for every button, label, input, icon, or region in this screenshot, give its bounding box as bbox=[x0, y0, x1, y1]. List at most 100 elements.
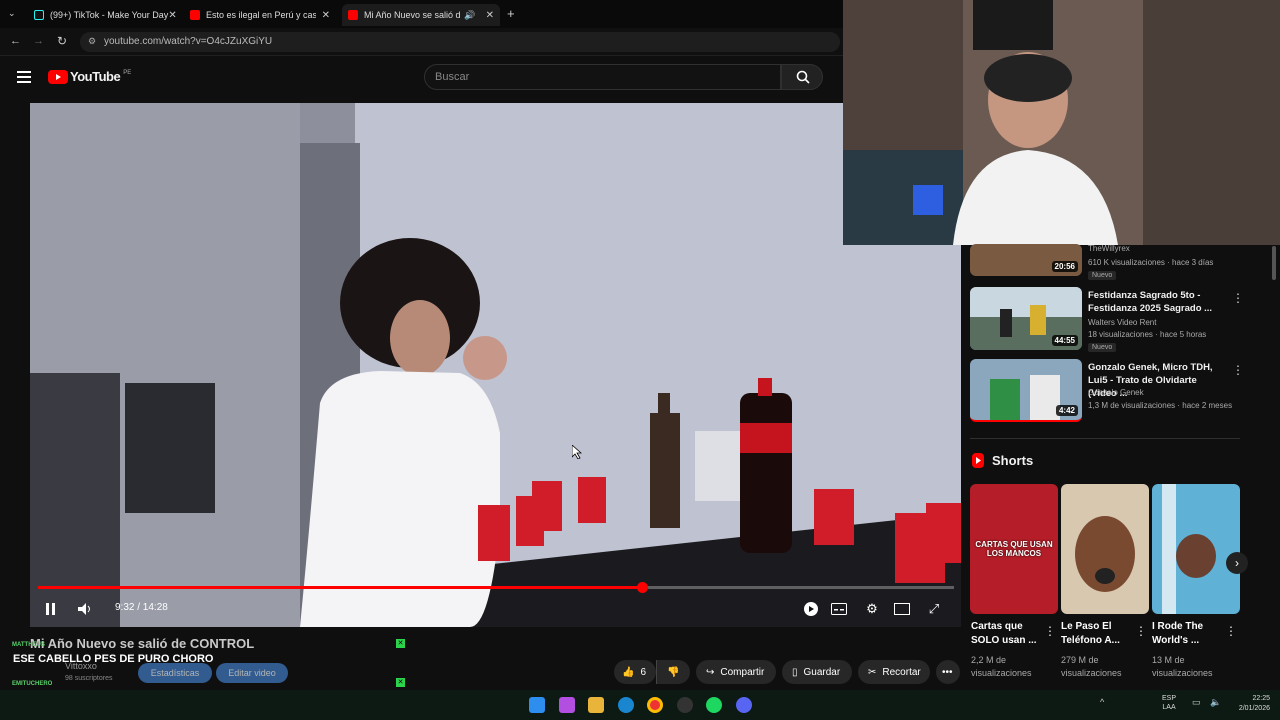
recommended-video[interactable]: 44:55 Festidanza Sagrado 5to - Festidanz… bbox=[970, 287, 1270, 353]
more-options-icon[interactable]: ⋮ bbox=[1044, 624, 1056, 638]
channel-name[interactable]: TheWillyrex bbox=[1088, 244, 1130, 253]
view-count: 13 M de bbox=[1152, 655, 1185, 665]
share-button[interactable]: ↪ Compartir bbox=[696, 660, 776, 684]
thumbs-down-icon: 👎 bbox=[667, 666, 680, 678]
video-thumbnail[interactable]: 4:42 bbox=[970, 359, 1082, 422]
fullscreen-icon[interactable]: ⤢ bbox=[925, 600, 943, 618]
chat-username: MATTHEUS bbox=[12, 642, 45, 648]
reload-icon[interactable]: ↻ bbox=[57, 34, 67, 48]
discord-icon[interactable] bbox=[736, 697, 752, 713]
more-options-icon[interactable]: ⋮ bbox=[1135, 624, 1147, 638]
browser-tab-bar: ⌄ (99+) TikTok - Make Your Day ✕ Esto es… bbox=[0, 0, 843, 28]
short-thumbnail[interactable] bbox=[1061, 484, 1149, 614]
video-thumbnail[interactable]: 20:56 bbox=[970, 244, 1082, 276]
short-overlay-text: CARTAS QUE USAN LOS MANCOS bbox=[975, 540, 1053, 558]
spotify-icon[interactable] bbox=[706, 697, 722, 713]
pause-icon[interactable] bbox=[42, 600, 60, 618]
tab-menu-chevron-icon[interactable]: ⌄ bbox=[8, 8, 16, 19]
stream-chat-overlay: Mi Año Nuevo se salió de CONTROL MATTHEU… bbox=[0, 634, 412, 704]
view-count: 279 M de bbox=[1061, 655, 1099, 665]
more-options-icon[interactable]: ⋮ bbox=[1225, 624, 1237, 638]
search-button[interactable] bbox=[781, 64, 823, 90]
network-icon[interactable]: ▭ bbox=[1192, 697, 1201, 708]
subtitles-icon[interactable] bbox=[830, 600, 848, 618]
new-badge: Nuevo bbox=[1088, 271, 1117, 280]
close-icon[interactable]: ✕ bbox=[322, 10, 330, 21]
short-thumbnail[interactable]: CARTAS QUE USAN LOS MANCOS bbox=[970, 484, 1058, 614]
system-clock[interactable]: 22:25 2/01/2026 bbox=[1228, 694, 1270, 714]
forward-arrow-icon[interactable]: → bbox=[33, 35, 44, 47]
new-tab-plus-icon[interactable]: + bbox=[507, 6, 515, 21]
hamburger-menu-icon[interactable] bbox=[17, 71, 31, 83]
theater-mode-icon[interactable] bbox=[893, 600, 911, 618]
video-frame bbox=[30, 103, 961, 627]
sidebar-scrollbar[interactable] bbox=[1272, 246, 1276, 280]
close-icon[interactable]: ✕ bbox=[486, 10, 494, 21]
edge-browser-icon[interactable] bbox=[618, 697, 634, 713]
address-bar: ← → ↻ ⚙ youtube.com/watch?v=O4cJZuXGiYU bbox=[0, 28, 843, 56]
video-meta: 1,3 M de visualizaciones · hace 2 meses bbox=[1088, 401, 1233, 410]
search-input[interactable]: Buscar bbox=[424, 64, 781, 90]
chat-username: EMITUCHERO bbox=[12, 681, 53, 687]
clip-button[interactable]: ✂ Recortar bbox=[858, 660, 930, 684]
short-thumbnail[interactable] bbox=[1152, 484, 1240, 614]
logo-text: YouTube bbox=[70, 69, 121, 84]
windows-taskbar bbox=[0, 690, 1280, 720]
speaker-tray-icon[interactable]: 🔈 bbox=[1210, 697, 1221, 708]
short-title[interactable]: Cartas que SOLO usan ... bbox=[971, 620, 1043, 648]
youtube-logo[interactable]: YouTube PE bbox=[48, 69, 131, 84]
save-button[interactable]: ▯ Guardar bbox=[782, 660, 852, 684]
more-options-icon[interactable]: ⋮ bbox=[1232, 291, 1244, 305]
channel-name[interactable]: Walters Video Rent bbox=[1088, 318, 1156, 327]
like-button[interactable]: 👍 6 bbox=[614, 660, 656, 684]
volume-icon[interactable] bbox=[76, 600, 94, 618]
obs-icon[interactable] bbox=[677, 697, 693, 713]
chat-badge-icon: ✕ bbox=[396, 678, 405, 687]
channel-name[interactable]: Gonzalo Genek bbox=[1088, 388, 1144, 397]
chrome-icon[interactable] bbox=[647, 697, 663, 713]
analytics-button[interactable]: Estadísticas bbox=[138, 663, 212, 683]
short-title[interactable]: I Rode The World's ... bbox=[1152, 620, 1224, 648]
progress-scrubber-handle[interactable] bbox=[636, 582, 648, 593]
webcam-overlay bbox=[843, 0, 1280, 245]
video-player[interactable] bbox=[30, 103, 961, 627]
tiktok-icon bbox=[34, 10, 44, 20]
video-progress-bar[interactable] bbox=[38, 582, 954, 593]
close-icon[interactable]: ✕ bbox=[168, 10, 176, 21]
bookmark-icon: ▯ bbox=[792, 666, 798, 678]
more-options-icon[interactable]: ⋮ bbox=[1232, 363, 1244, 377]
new-badge: Nuevo bbox=[1088, 343, 1117, 352]
url-text: youtube.com/watch?v=O4cJZuXGiYU bbox=[104, 36, 273, 47]
video-title[interactable]: Festidanza Sagrado 5to - Festidanza 2025… bbox=[1088, 289, 1228, 315]
tab-youtube-1[interactable]: Esto es ilegal en Perú y casi nadie lo s… bbox=[184, 4, 336, 26]
copilot-icon[interactable] bbox=[559, 697, 575, 713]
settings-gear-icon[interactable]: ⚙ bbox=[863, 600, 881, 618]
recommended-video[interactable]: 4:42 Gonzalo Genek, Micro TDH, Lui5 - Tr… bbox=[970, 359, 1270, 425]
speaker-icon[interactable]: 🔊 bbox=[464, 10, 475, 21]
windows-start-icon[interactable] bbox=[529, 697, 545, 713]
tab-youtube-active[interactable]: Mi Año Nuevo se salió de C 🔊 ✕ bbox=[342, 4, 500, 26]
video-thumbnail[interactable]: 44:55 bbox=[970, 287, 1082, 350]
input-language[interactable]: ESP LAA bbox=[1162, 694, 1176, 712]
more-horizontal-icon: ••• bbox=[942, 666, 953, 678]
file-explorer-icon[interactable] bbox=[588, 697, 604, 713]
dislike-button[interactable]: 👎 bbox=[656, 660, 690, 684]
tray-chevron-icon[interactable]: ^ bbox=[1100, 697, 1104, 707]
channel-name[interactable]: Vittoxxo bbox=[65, 661, 97, 671]
tab-tiktok[interactable]: (99+) TikTok - Make Your Day ✕ bbox=[28, 4, 180, 26]
video-duration: 44:55 bbox=[1051, 335, 1078, 346]
webcam-feed bbox=[843, 0, 1280, 245]
view-count: 1,3 M de visualizaciones bbox=[1088, 401, 1176, 410]
autoplay-toggle-icon[interactable] bbox=[802, 600, 820, 618]
short-title[interactable]: Le Paso El Teléfono A... bbox=[1061, 620, 1133, 648]
url-field[interactable]: ⚙ youtube.com/watch?v=O4cJZuXGiYU bbox=[80, 32, 840, 52]
clock-time: 22:25 bbox=[1252, 695, 1270, 702]
view-label: visualizaciones bbox=[971, 668, 1032, 678]
edit-video-button[interactable]: Editar video bbox=[216, 663, 288, 683]
site-info-icon[interactable]: ⚙ bbox=[88, 36, 96, 47]
shorts-heading: Shorts bbox=[992, 453, 1034, 468]
more-actions-button[interactable]: ••• bbox=[936, 660, 960, 684]
video-meta: 610 K visualizaciones · hace 3 días bbox=[1088, 258, 1214, 267]
back-arrow-icon[interactable]: ← bbox=[10, 35, 21, 47]
shorts-next-chevron-icon[interactable]: › bbox=[1226, 552, 1248, 574]
